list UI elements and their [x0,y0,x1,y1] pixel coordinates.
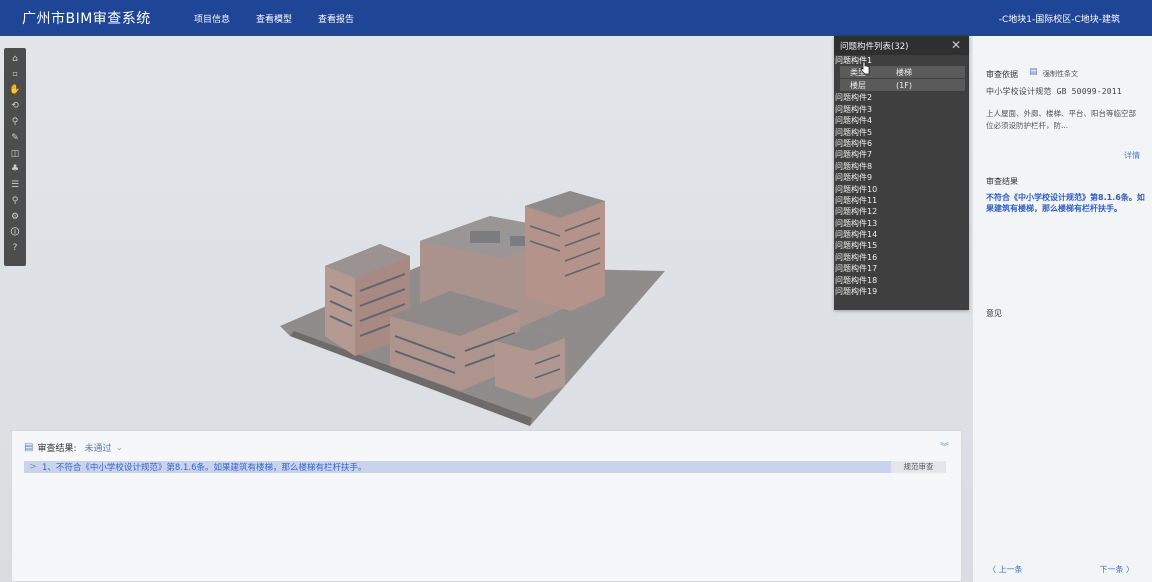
app-title: 广州市BIM审查系统 [22,11,151,27]
issue-item[interactable]: 问题构件5 [834,127,969,138]
close-icon[interactable]: ✕ [951,38,961,52]
result-row[interactable]: > 1、不符合《中小学校设计规范》第8.1.6条。如果建筑有楼梯，那么楼梯有栏杆… [24,461,946,473]
issue-panel-title: 问题构件列表(32) [840,41,909,52]
issue-item[interactable]: 问题构件19 [834,286,969,297]
issue-item[interactable]: 问题构件7 [834,149,969,160]
view-toolbar: ⌂ ⌗ ✋ ⟲ ⚲ ✎ ◫ ♣ ☰ ⚲ ⚙ 🛈 ? [4,48,26,266]
nav-project-info[interactable]: 项目信息 [194,12,230,25]
hand-cursor-icon [860,61,870,75]
issue-item[interactable]: 问题构件2 [834,92,969,103]
model-tree-icon[interactable]: ♣ [7,162,23,178]
properties-icon[interactable]: ☰ [7,177,23,193]
issue-item-1[interactable]: 问题构件1 [834,55,969,66]
issue-item[interactable]: 问题构件15 [834,240,969,251]
standard-name: 中小学校设计规范 GB 50099-2011 [986,87,1122,96]
result-label: 审查结果 [986,177,1018,186]
clause-text: 上人屋面、外廊、楼梯、平台、阳台等临空部位必须设防护栏杆，防... [986,109,1136,130]
main-nav: 项目信息 查看模型 查看报告 [194,12,380,25]
standard-review-button[interactable]: 规范审查 [891,461,946,473]
basis-type: 强制性条文 [1043,70,1078,78]
issue-item[interactable]: 问题构件8 [834,161,969,172]
expand-icon[interactable]: > [24,462,42,472]
chevron-down-icon[interactable]: ⌄ [116,443,124,453]
result-row-text: 1、不符合《中小学校设计规范》第8.1.6条。如果建筑有楼梯，那么楼梯有栏杆扶手… [42,463,367,473]
status-dropdown[interactable]: 未通过 [85,441,112,454]
detail-row-floor: 楼层 (1F) [840,79,965,93]
issue-item[interactable]: 问题构件6 [834,138,969,149]
document-icon: ▤ [24,442,34,453]
detail-value: 楼梯 [896,67,912,77]
search-icon[interactable]: ⚲ [7,193,23,209]
detail-link[interactable]: 详情 [1124,150,1140,161]
issue-detail: 类型 楼梯 楼层 (1F) [840,66,965,93]
issue-item[interactable]: 问题构件3 [834,104,969,115]
issue-item[interactable]: 问题构件12 [834,206,969,217]
pan-icon[interactable]: ✋ [7,83,23,99]
issue-list-panel: 问题构件列表(32) ✕ 问题构件1 类型 楼梯 楼层 (1F) 问题构件2 问题… [834,36,969,310]
top-bar: 广州市BIM审查系统 项目信息 查看模型 查看报告 -C地块1-国际校区-C地块… [0,0,1152,36]
project-path: -C地块1-国际校区-C地块-建筑 [998,15,1120,25]
building-model[interactable] [270,186,670,426]
fit-view-icon[interactable]: ⌗ [7,67,23,83]
opinion-label: 意见 [986,309,1002,318]
result-header: ▤ 审查结果: 未通过 ⌄ [24,441,123,454]
nav-view-model[interactable]: 查看模型 [256,12,292,25]
detail-row-type: 类型 楼梯 [840,66,965,80]
help-icon[interactable]: ? [7,241,23,257]
info-icon[interactable]: 🛈 [7,225,23,241]
issue-panel-header: 问题构件列表(32) ✕ [834,36,969,55]
issue-item[interactable]: 问题构件18 [834,275,969,286]
detail-label: 楼层 [850,80,866,90]
issue-item[interactable]: 问题构件4 [834,115,969,126]
home-icon[interactable]: ⌂ [7,51,23,67]
result-text: 不符合《中小学校设计规范》第8.1.6条。如果建筑有楼梯，那么楼梯有栏杆扶手。 [986,193,1145,213]
result-label: 审查结果: [37,444,77,454]
orbit-icon[interactable]: ⟲ [7,98,23,114]
measure-icon[interactable]: ✎ [7,130,23,146]
issue-item[interactable]: 问题构件9 [834,172,969,183]
settings-icon[interactable]: ⚙ [7,209,23,225]
issue-item[interactable]: 问题构件16 [834,252,969,263]
walk-icon[interactable]: ⚲ [7,114,23,130]
review-result-panel: ▤ 审查结果: 未通过 ⌄ ︾ > 1、不符合《中小学校设计规范》第8.1.6条… [11,430,962,582]
next-button[interactable]: 下一条 〉 [1099,564,1134,575]
nav-view-report[interactable]: 查看报告 [318,12,354,25]
review-info-panel: 审查依据 ▤ 强制性条文 中小学校设计规范 GB 50099-2011 上人屋面… [973,36,1152,582]
collapse-icon[interactable]: ︾ [940,440,949,453]
document-icon: ▤ [1029,67,1038,77]
issue-items: 问题构件2 问题构件3 问题构件4 问题构件5 问题构件6 问题构件7 问题构件8 问题构件9… [834,92,969,297]
issue-item[interactable]: 问题构件11 [834,195,969,206]
basis-label: 审查依据 [986,70,1018,79]
issue-item[interactable]: 问题构件10 [834,184,969,195]
section-icon[interactable]: ◫ [7,146,23,162]
detail-value: (1F) [896,80,912,90]
issue-item[interactable]: 问题构件17 [834,263,969,274]
issue-item[interactable]: 问题构件13 [834,218,969,229]
prev-button[interactable]: 〈 上一条 [988,564,1023,575]
issue-item[interactable]: 问题构件14 [834,229,969,240]
